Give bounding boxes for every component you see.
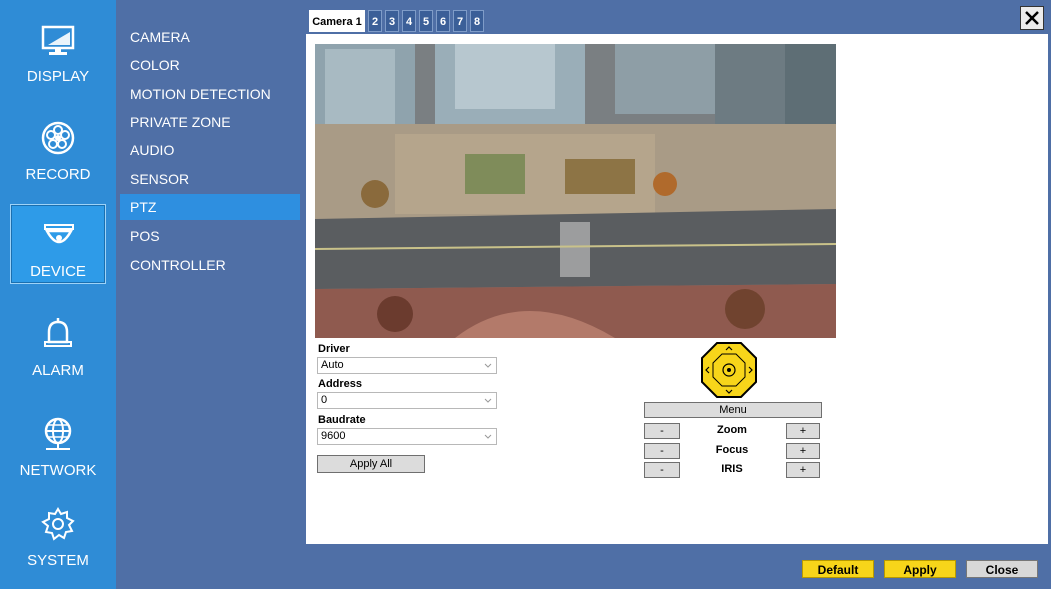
driver-label: Driver bbox=[318, 343, 350, 355]
focus-minus-button[interactable]: - bbox=[644, 443, 680, 459]
chevron-down-icon bbox=[484, 398, 492, 403]
address-select[interactable]: 0 bbox=[317, 392, 497, 409]
baudrate-label: Baudrate bbox=[318, 414, 366, 426]
nav-display[interactable]: DISPLAY bbox=[10, 10, 106, 90]
nav-label-alarm: ALARM bbox=[32, 362, 84, 379]
camera-preview bbox=[315, 44, 836, 338]
tab-camera-1[interactable]: Camera 1 bbox=[309, 10, 365, 32]
tab-camera-3[interactable]: 3 bbox=[385, 10, 399, 32]
gear-icon bbox=[41, 507, 75, 541]
apply-button[interactable]: Apply bbox=[884, 560, 956, 578]
apply-all-button[interactable]: Apply All bbox=[317, 455, 425, 473]
nav-alarm[interactable]: ALARM bbox=[10, 304, 106, 384]
default-button[interactable]: Default bbox=[802, 560, 874, 578]
zoom-plus-button[interactable]: + bbox=[786, 423, 820, 439]
address-value: 0 bbox=[321, 394, 328, 406]
ptz-menu-button[interactable]: Menu bbox=[644, 402, 822, 418]
nav-device[interactable]: DEVICE bbox=[10, 204, 106, 284]
submenu-sensor[interactable]: SENSOR bbox=[120, 166, 300, 192]
zoom-label: Zoom bbox=[717, 424, 747, 436]
zoom-minus-button[interactable]: - bbox=[644, 423, 680, 439]
iris-minus-button[interactable]: - bbox=[644, 462, 680, 478]
driver-select[interactable]: Auto bbox=[317, 357, 497, 374]
bell-icon bbox=[44, 318, 72, 347]
submenu-camera[interactable]: CAMERA bbox=[120, 24, 300, 50]
close-button[interactable]: Close bbox=[966, 560, 1038, 578]
globe-icon bbox=[44, 417, 72, 450]
camera-tab-bar: Camera 1 2 3 4 5 6 7 8 bbox=[306, 4, 1048, 34]
device-submenu: CAMERA COLOR MOTION DETECTION PRIVATE ZO… bbox=[116, 0, 304, 589]
tab-camera-5[interactable]: 5 bbox=[419, 10, 433, 32]
tab-camera-6[interactable]: 6 bbox=[436, 10, 450, 32]
ptz-direction-pad[interactable] bbox=[701, 342, 757, 398]
submenu-ptz[interactable]: PTZ bbox=[120, 194, 300, 220]
nav-label-display: DISPLAY bbox=[26, 68, 90, 85]
baudrate-value: 9600 bbox=[321, 430, 346, 442]
focus-label: Focus bbox=[715, 444, 749, 456]
monitor-icon bbox=[41, 25, 75, 55]
submenu-color[interactable]: COLOR bbox=[120, 52, 300, 78]
tab-camera-8[interactable]: 8 bbox=[470, 10, 484, 32]
nav-label-record: RECORD bbox=[25, 166, 91, 183]
driver-value: Auto bbox=[321, 359, 344, 371]
submenu-private-zone[interactable]: PRIVATE ZONE bbox=[120, 109, 300, 135]
nav-label-network: NETWORK bbox=[19, 462, 97, 479]
tab-camera-7[interactable]: 7 bbox=[453, 10, 467, 32]
iris-label: IRIS bbox=[721, 463, 743, 475]
ptz-settings-panel: Camera 1 2 3 4 5 6 7 8 Driver Auto Addre… bbox=[306, 4, 1048, 544]
close-icon[interactable] bbox=[1020, 6, 1044, 30]
tab-camera-4[interactable]: 4 bbox=[402, 10, 416, 32]
iris-plus-button[interactable]: + bbox=[786, 462, 820, 478]
nav-system[interactable]: SYSTEM bbox=[10, 494, 106, 574]
reel-icon bbox=[41, 121, 75, 155]
submenu-audio[interactable]: AUDIO bbox=[120, 137, 300, 163]
chevron-down-icon bbox=[484, 434, 492, 439]
nav-record[interactable]: RECORD bbox=[10, 108, 106, 188]
address-label: Address bbox=[318, 378, 363, 390]
nav-network[interactable]: NETWORK bbox=[10, 404, 106, 484]
submenu-controller[interactable]: CONTROLLER bbox=[120, 252, 300, 278]
chevron-down-icon bbox=[484, 363, 492, 368]
baudrate-select[interactable]: 9600 bbox=[317, 428, 497, 445]
submenu-motion-detection[interactable]: MOTION DETECTION bbox=[120, 81, 300, 107]
dome-camera-icon bbox=[44, 224, 74, 244]
main-nav: DISPLAY RECORD DEVICE ALARM NETWORK SYST… bbox=[0, 0, 116, 589]
submenu-pos[interactable]: POS bbox=[120, 223, 300, 249]
focus-plus-button[interactable]: + bbox=[786, 443, 820, 459]
nav-label-device: DEVICE bbox=[30, 263, 86, 280]
nav-label-system: SYSTEM bbox=[27, 552, 89, 569]
tab-camera-2[interactable]: 2 bbox=[368, 10, 382, 32]
